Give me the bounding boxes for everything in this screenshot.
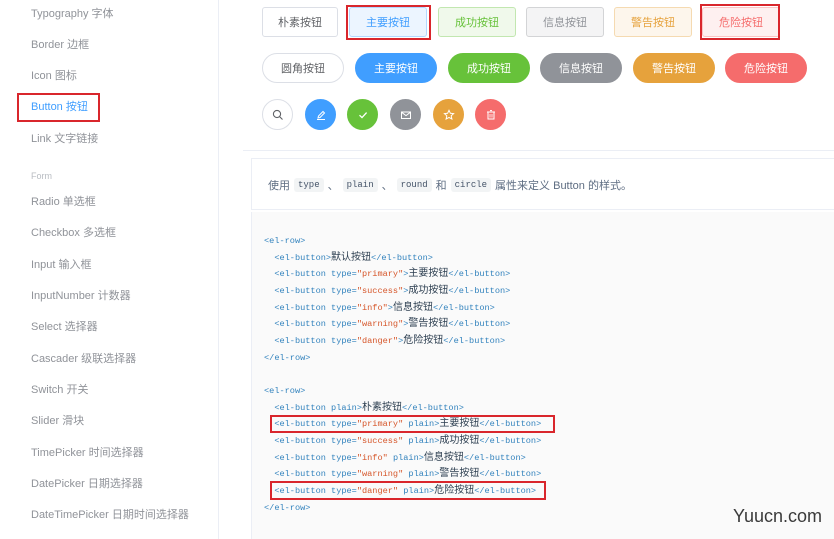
delete-icon [486, 109, 495, 119]
circle-star-button[interactable] [433, 99, 464, 130]
demo-description: 使用 type 、 plain 、 round 和 circle 属性来定义 B… [251, 158, 834, 210]
description-text: 使用 type 、 plain 、 round 和 circle 属性来定义 B… [268, 177, 632, 193]
sidebar-item-inputnumber[interactable]: InputNumber 计数器 [31, 289, 131, 303]
description-separator: 、 [327, 180, 339, 192]
code-line: <el-button type="primary">主要按钮</el-butto… [264, 268, 511, 279]
search-icon [272, 109, 283, 120]
sidebar-item-cascader[interactable]: Cascader 级联选择器 [31, 352, 136, 366]
sidebar-item-datepicker[interactable]: DatePicker 日期选择器 [31, 477, 143, 491]
sidebar-item-switch[interactable]: Switch 开关 [31, 383, 88, 397]
description-separator: 、 [381, 180, 393, 192]
code-circle: circle [450, 178, 492, 192]
plain-info-button[interactable]: 信息按钮 [526, 7, 604, 37]
code-line: <el-button type="danger">危险按钮</el-button… [264, 335, 506, 346]
star-icon [442, 108, 455, 120]
code-line: <el-button type="warning">警告按钮</el-butto… [264, 318, 511, 329]
circle-search-button[interactable] [262, 99, 293, 130]
code-line: <el-button type="success" plain>成功按钮</el… [264, 435, 542, 446]
round-primary-button[interactable]: 主要按钮 [355, 53, 437, 83]
description-and: 和 [435, 180, 447, 192]
sidebar-item-checkbox[interactable]: Checkbox 多选框 [31, 226, 116, 240]
code-line: <el-button type="warning" plain>警告按钮</el… [264, 468, 542, 479]
message-icon [400, 111, 411, 119]
sidebar-item-timepicker[interactable]: TimePicker 时间选择器 [31, 446, 144, 460]
code-type: type [294, 178, 324, 192]
sidebar-item-slider[interactable]: Slider 滑块 [31, 414, 84, 428]
round-info-button[interactable]: 信息按钮 [540, 53, 622, 83]
round-default-button[interactable]: 圆角按钮 [262, 53, 344, 83]
sidebar-group-form: Form [31, 171, 52, 181]
highlight-box-plain-danger [700, 4, 780, 40]
code-line: <el-button type="success">成功按钮</el-butto… [264, 285, 511, 296]
code-line: <el-button type="info" plain>信息按钮</el-bu… [264, 452, 526, 463]
code-line: <el-row> [264, 236, 306, 246]
sidebar-item-select[interactable]: Select 选择器 [31, 320, 98, 334]
code-line: <el-button>默认按钮</el-button> [264, 252, 433, 263]
highlight-box-code-danger [270, 481, 546, 500]
highlight-box-code-primary [270, 415, 555, 433]
circle-message-button[interactable] [390, 99, 421, 130]
plain-default-button[interactable]: 朴素按钮 [262, 7, 338, 37]
code-round: round [396, 178, 432, 192]
code-line: <el-button plain>朴素按钮</el-button> [264, 402, 464, 413]
sidebar-item-typography[interactable]: Typography 字体 [31, 7, 114, 21]
code-line: <el-row> [264, 386, 306, 396]
round-warning-button[interactable]: 警告按钮 [633, 53, 715, 83]
description-prefix: 使用 [268, 180, 290, 192]
highlight-box-plain-primary [346, 5, 431, 40]
round-success-button[interactable]: 成功按钮 [448, 53, 530, 83]
sidebar-item-icon[interactable]: Icon 图标 [31, 69, 77, 83]
round-danger-button[interactable]: 危险按钮 [725, 53, 807, 83]
plain-success-button[interactable]: 成功按钮 [438, 7, 516, 37]
code-line: </el-row> [264, 503, 311, 513]
sidebar-nav: Typography 字体 Border 边框 Icon 图标 Button 按… [0, 0, 219, 539]
sidebar-item-datetimepicker[interactable]: DateTimePicker 日期时间选择器 [31, 508, 189, 522]
edit-icon [316, 110, 325, 120]
plain-warning-button[interactable]: 警告按钮 [614, 7, 692, 37]
check-icon [358, 111, 367, 119]
code-line: </el-row> [264, 353, 311, 363]
circle-delete-button[interactable] [475, 99, 506, 130]
sidebar-item-link[interactable]: Link 文字链接 [31, 132, 98, 146]
circle-edit-button[interactable] [305, 99, 336, 130]
description-suffix: 属性来定义 Button 的样式。 [495, 180, 632, 192]
sidebar-item-border[interactable]: Border 边框 [31, 38, 89, 52]
code-plain: plain [342, 178, 378, 192]
sidebar-item-radio[interactable]: Radio 单选框 [31, 195, 96, 209]
circle-check-button[interactable] [347, 99, 378, 130]
code-block: <el-row> <el-button>默认按钮</el-button> <el… [251, 212, 834, 539]
main-content: 朴素按钮 主要按钮 成功按钮 信息按钮 警告按钮 危险按钮 圆角按钮 主要按钮 … [243, 0, 834, 539]
code-line: <el-button type="info">信息按钮</el-button> [264, 302, 495, 313]
highlight-box-sidebar-button [17, 93, 100, 122]
button-demo-area: 朴素按钮 主要按钮 成功按钮 信息按钮 警告按钮 危险按钮 圆角按钮 主要按钮 … [243, 0, 834, 151]
sidebar-item-input[interactable]: Input 输入框 [31, 258, 92, 272]
watermark: Yuucn.com [732, 506, 822, 526]
